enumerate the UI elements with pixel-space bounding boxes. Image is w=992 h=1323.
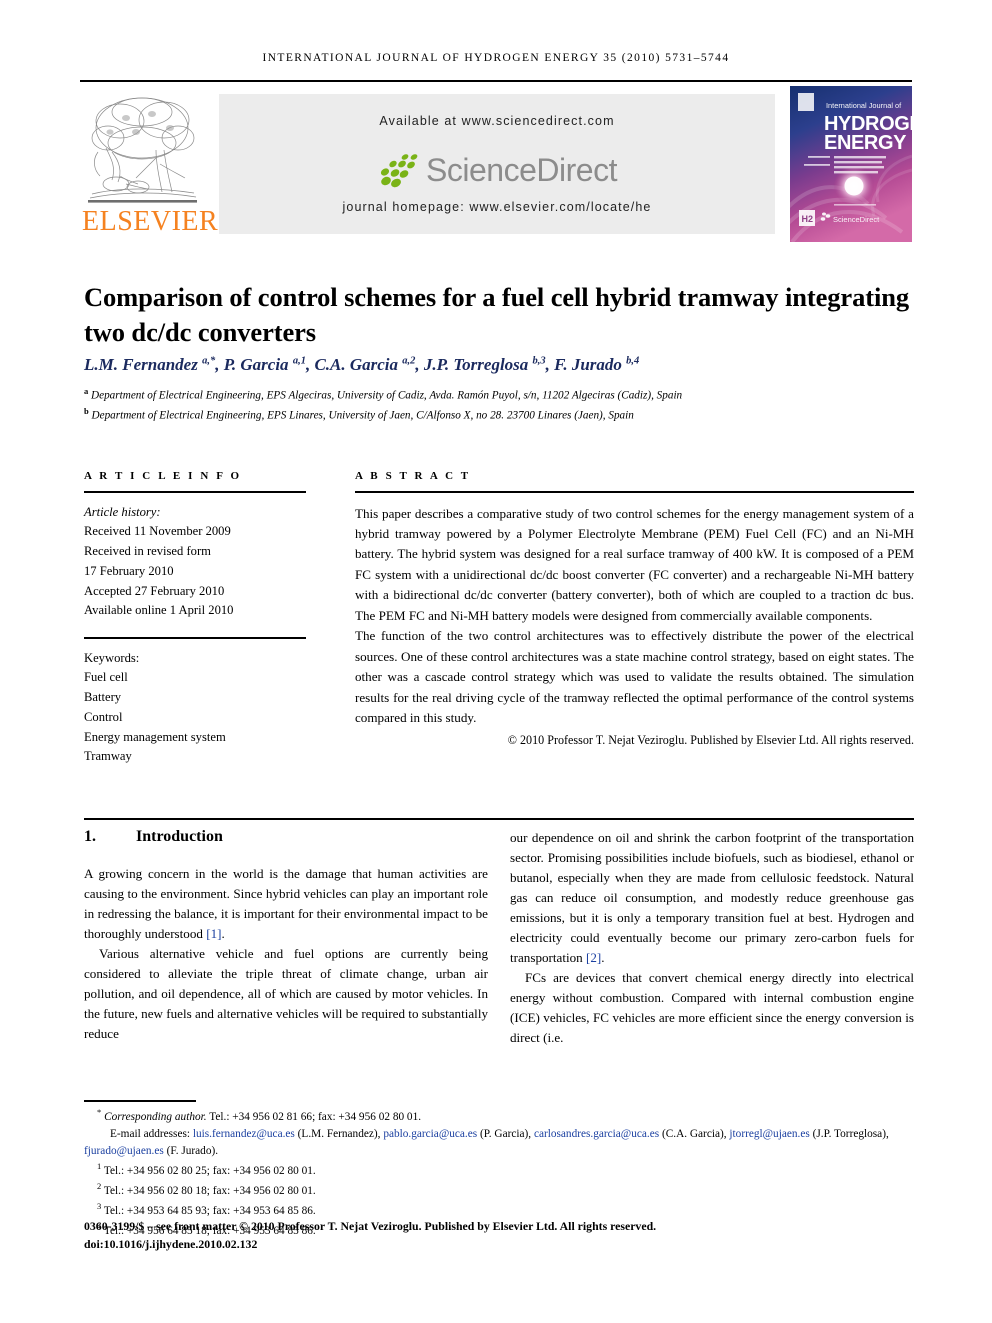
sciencedirect-wordmark: ScienceDirect <box>426 152 617 188</box>
section-title: Introduction <box>136 828 223 845</box>
keyword-item: Energy management system <box>84 729 226 744</box>
email-owner: (C.A. Garcia), <box>661 1127 727 1140</box>
abstract-heading: A B S T R A C T <box>355 470 471 482</box>
email-owner: (F. Jurado). <box>166 1145 219 1158</box>
sciencedirect-leaves-icon <box>381 153 418 187</box>
abstract-paragraph: The function of the two control architec… <box>355 628 914 726</box>
paragraph: A growing concern in the world is the da… <box>84 866 488 941</box>
svg-text:H2: H2 <box>802 214 814 224</box>
email-link[interactable]: jtorregl@ujaen.es <box>729 1128 809 1140</box>
history-item: Accepted 27 February 2010 <box>84 583 225 598</box>
section-heading: 1. Introduction <box>84 828 488 846</box>
affiliation-b: b Department of Electrical Engineering, … <box>84 406 634 422</box>
footnote-marker: 2 <box>97 1181 102 1192</box>
history-item: Received in revised form <box>84 544 211 559</box>
history-item: Available online 1 April 2010 <box>84 603 234 618</box>
article-info-rule <box>84 491 306 493</box>
history-item: Received 11 November 2009 <box>84 524 231 539</box>
body-column-right: our dependence on oil and shrink the car… <box>510 828 914 1047</box>
doi-line[interactable]: doi:10.1016/j.ijhydene.2010.02.132 <box>84 1236 914 1254</box>
footnote-numbered: 3 Tel.: +34 953 64 85 93; fax: +34 953 6… <box>97 1201 316 1217</box>
article-history-label: Article history: <box>84 504 161 519</box>
keywords-list: Keywords: Fuel cell Battery Control Ener… <box>84 649 306 768</box>
elsevier-wordmark: ELSEVIER <box>82 206 219 237</box>
paragraph: our dependence on oil and shrink the car… <box>510 830 914 965</box>
keyword-item: Tramway <box>84 749 132 764</box>
asterisk-marker: * <box>97 1107 102 1117</box>
abstract-body: This paper describes a comparative study… <box>355 504 914 729</box>
page-title: Comparison of control schemes for a fuel… <box>84 281 910 347</box>
article-info-heading: A R T I C L E I N F O <box>84 470 242 482</box>
footnote-marker: 1 <box>97 1161 102 1172</box>
journal-cover-thumbnail: International Journal of HYDROGEN ENERGY… <box>790 86 912 242</box>
footnote-numbered: 1 Tel.: +34 956 02 80 25; fax: +34 956 0… <box>97 1161 316 1177</box>
svg-text:International Journal of: International Journal of <box>826 101 902 110</box>
email-link[interactable]: pablo.garcia@uca.es <box>383 1128 477 1140</box>
body-text-right: our dependence on oil and shrink the car… <box>510 828 914 1047</box>
reference-link-1[interactable]: [1] <box>206 926 221 941</box>
footnote-emails: E-mail addresses: luis.fernandez@uca.es … <box>84 1126 914 1160</box>
issn-copyright-line: 0360-3199/$ – see front matter © 2010 Pr… <box>84 1219 657 1233</box>
svg-text:ScienceDirect: ScienceDirect <box>833 215 880 224</box>
sciencedirect-band: Available at www.sciencedirect.com Scien… <box>219 94 775 234</box>
article-info-column: A R T I C L E I N F O Article history: R… <box>84 470 306 767</box>
elsevier-tree-icon <box>88 97 197 203</box>
imprint: 0360-3199/$ – see front matter © 2010 Pr… <box>84 1218 914 1253</box>
affiliations: a Department of Electrical Engineering, … <box>84 385 914 425</box>
footnote-rule <box>84 1100 196 1102</box>
email-link[interactable]: luis.fernandez@uca.es <box>193 1128 295 1140</box>
footnote-corresponding: * Corresponding author. Tel.: +34 956 02… <box>97 1107 422 1123</box>
header-rule <box>80 80 912 82</box>
email-link[interactable]: fjurado@ujaen.es <box>84 1145 164 1157</box>
body-rule <box>84 818 914 820</box>
svg-text:ENERGY: ENERGY <box>824 132 907 154</box>
abstract-paragraph: This paper describes a comparative study… <box>355 505 914 623</box>
abstract-column: A B S T R A C T This paper describes a c… <box>355 470 914 748</box>
email-owner: (P. Garcia), <box>479 1127 532 1140</box>
keyword-item: Battery <box>84 690 122 705</box>
footnote-numbered: 2 Tel.: +34 956 02 80 18; fax: +34 956 0… <box>97 1181 316 1197</box>
affiliation-a: a Department of Electrical Engineering, … <box>84 386 683 402</box>
keywords-rule <box>84 637 306 639</box>
abstract-rule <box>355 491 914 493</box>
body-text-left: A growing concern in the world is the da… <box>84 864 488 1044</box>
history-item: 17 February 2010 <box>84 563 174 578</box>
article-first-page: International Journal of Hydrogen Energy… <box>0 0 992 1323</box>
paragraph: FCs are devices that convert chemical en… <box>510 969 914 1045</box>
journal-cover-art: International Journal of HYDROGEN ENERGY… <box>790 86 912 242</box>
author-list: L.M. Fernandez a,*, P. Garcia a,1, C.A. … <box>84 355 640 374</box>
keyword-item: Control <box>84 709 123 724</box>
abstract-copyright: © 2010 Professor T. Nejat Veziroglu. Pub… <box>507 732 914 747</box>
journal-homepage-text[interactable]: journal homepage: www.elsevier.com/locat… <box>219 200 775 214</box>
keywords-label: Keywords: <box>84 650 140 665</box>
available-at-text: Available at www.sciencedirect.com <box>379 114 615 128</box>
running-head: International Journal of Hydrogen Energy… <box>262 52 730 64</box>
email-label: E-mail addresses: <box>110 1127 190 1140</box>
reference-link-2[interactable]: [2] <box>586 950 601 965</box>
section-number: 1. <box>84 828 96 845</box>
masthead: ELSEVIER Available at www.sciencedirect.… <box>80 86 912 244</box>
elsevier-logo: ELSEVIER <box>80 88 219 240</box>
body-column-left: 1. Introduction A growing concern in the… <box>84 828 488 1044</box>
footnote-marker: 3 <box>97 1201 102 1212</box>
article-history: Article history: Received 11 November 20… <box>84 503 306 622</box>
email-link[interactable]: carlosandres.garcia@uca.es <box>534 1128 659 1140</box>
email-owner: (L.M. Fernandez), <box>297 1127 381 1140</box>
paragraph: Various alternative vehicle and fuel opt… <box>84 945 488 1041</box>
keyword-item: Fuel cell <box>84 670 128 685</box>
sciencedirect-logo[interactable]: ScienceDirect <box>219 152 775 190</box>
email-owner: (J.P. Torreglosa), <box>812 1127 889 1140</box>
